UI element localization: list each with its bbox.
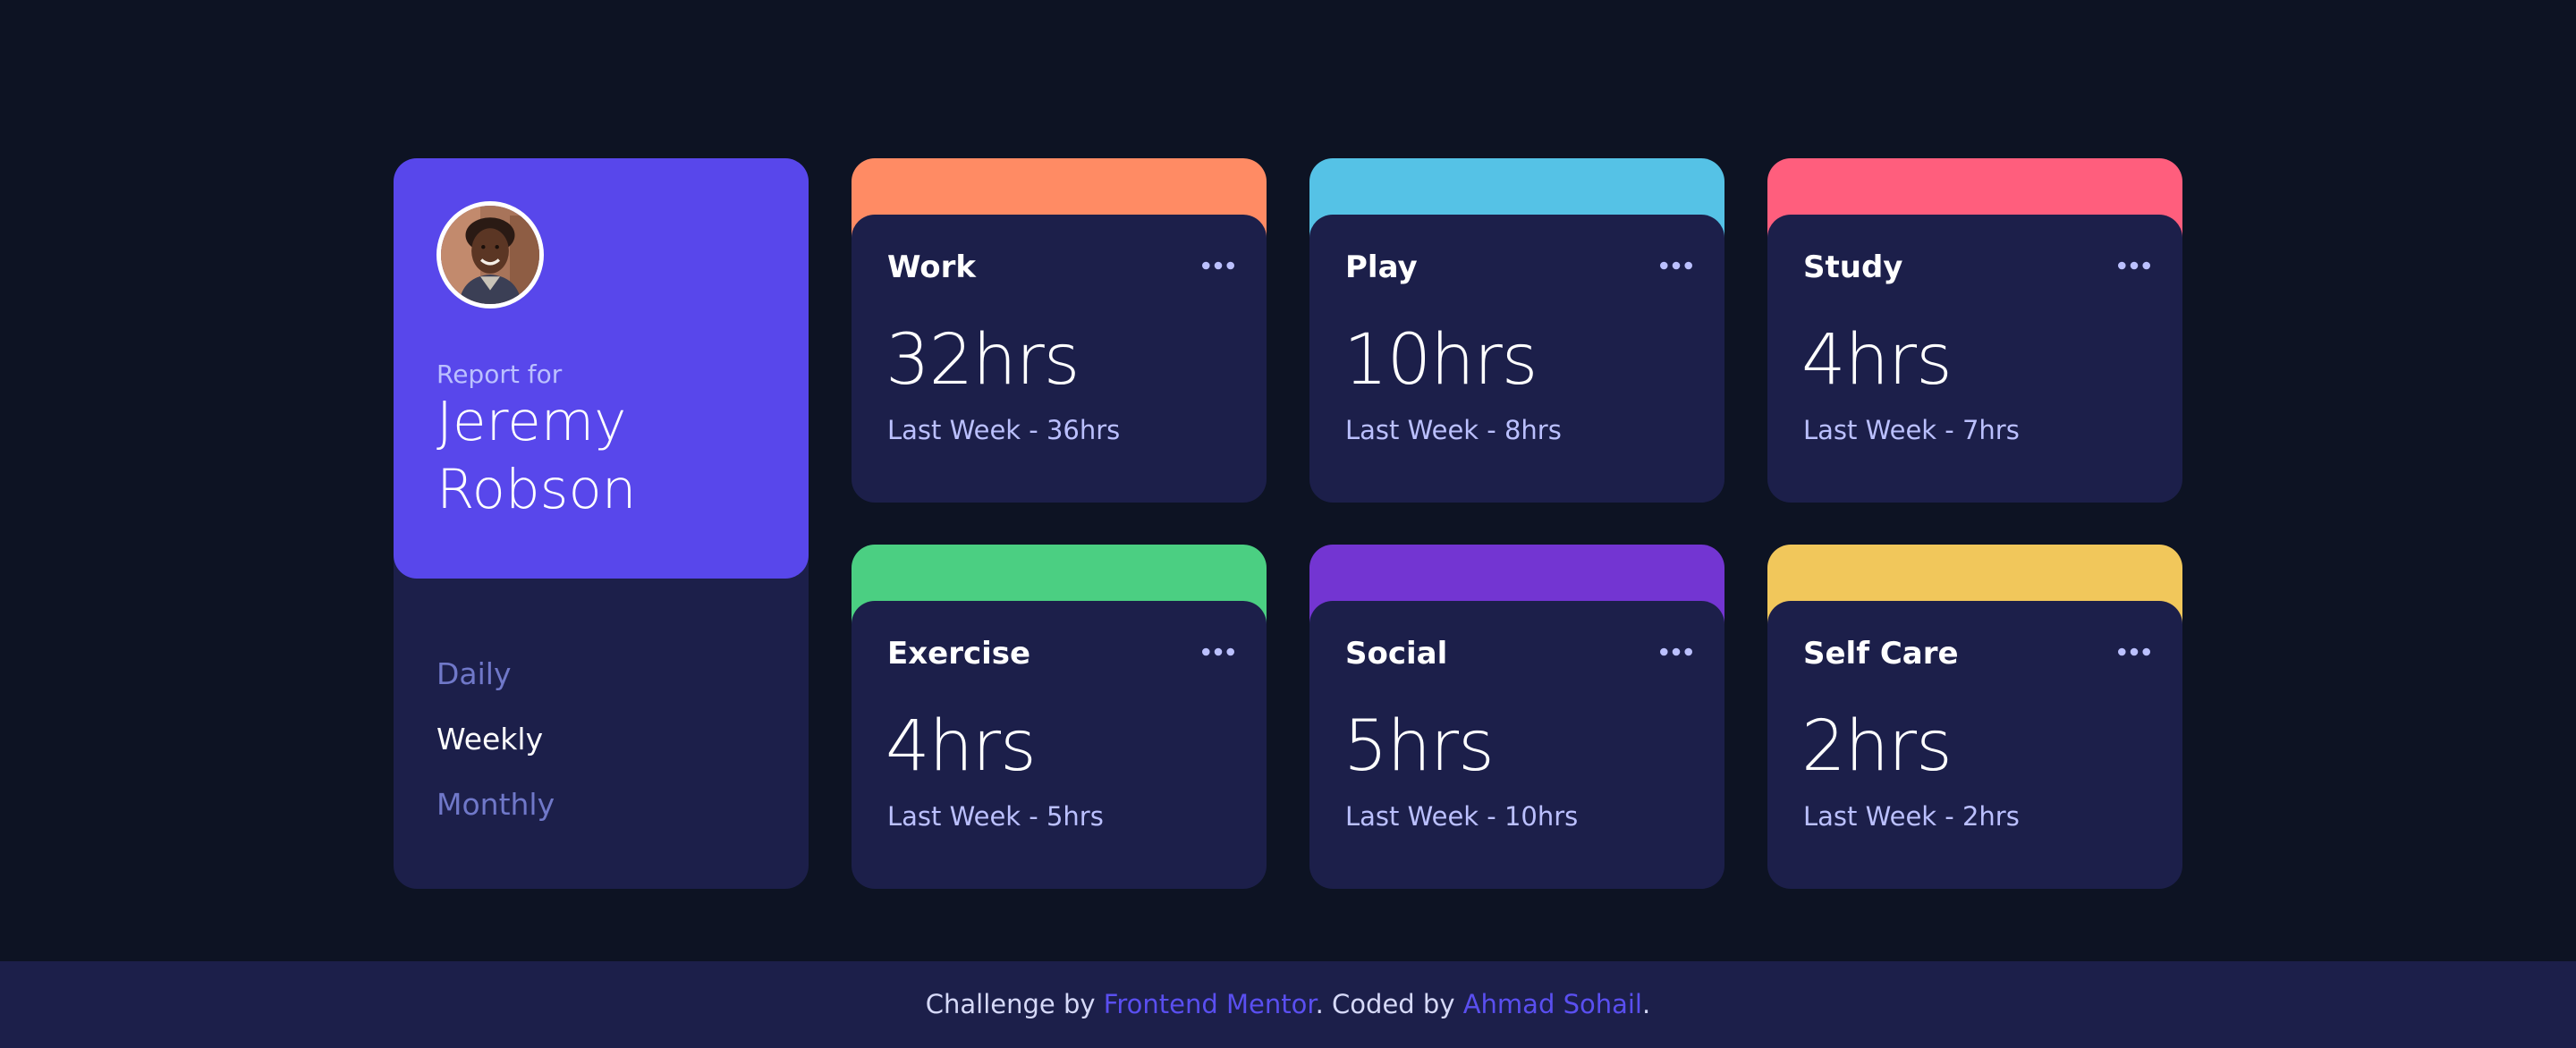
card-body: Study 4hrs Last Week - 7hrs <box>1767 215 2182 503</box>
timeframe-monthly[interactable]: Monthly <box>436 772 555 837</box>
timeframe-daily[interactable]: Daily <box>436 641 555 706</box>
current-hours: 5hrs <box>1343 706 1495 787</box>
timeframe-nav: Daily Weekly Monthly <box>436 641 555 837</box>
user-name: Jeremy Robson <box>436 390 637 521</box>
current-hours: 4hrs <box>1801 320 1953 401</box>
current-hours: 32hrs <box>886 320 1080 401</box>
report-for-label: Report for <box>436 359 563 389</box>
card-body: Work 32hrs Last Week - 36hrs <box>852 215 1267 503</box>
author-link[interactable]: Ahmad Sohail <box>1463 989 1642 1019</box>
footer-prefix: Challenge by <box>925 989 1104 1019</box>
previous-hours: Last Week - 8hrs <box>1345 415 1562 445</box>
previous-hours: Last Week - 7hrs <box>1803 415 2020 445</box>
frontend-mentor-link[interactable]: Frontend Mentor <box>1104 989 1316 1019</box>
card-body: Exercise 4hrs Last Week - 5hrs <box>852 601 1267 889</box>
activity-title: Play <box>1345 249 1418 285</box>
activity-card-work: Work 32hrs Last Week - 36hrs <box>852 158 1267 503</box>
current-hours: 10hrs <box>1343 320 1538 401</box>
footer-suffix: . <box>1641 989 1651 1019</box>
previous-hours: Last Week - 36hrs <box>887 415 1121 445</box>
current-hours: 2hrs <box>1801 706 1953 787</box>
more-options-icon[interactable] <box>2118 647 2150 660</box>
activity-title: Exercise <box>887 636 1031 672</box>
attribution-footer: Challenge by Frontend Mentor. Coded by A… <box>0 961 2576 1048</box>
activity-card-social: Social 5hrs Last Week - 10hrs <box>1309 545 1724 889</box>
user-avatar-icon <box>441 206 539 304</box>
activity-card-exercise: Exercise 4hrs Last Week - 5hrs <box>852 545 1267 889</box>
activity-card-play: Play 10hrs Last Week - 8hrs <box>1309 158 1724 503</box>
more-options-icon[interactable] <box>1202 261 1234 274</box>
more-options-icon[interactable] <box>1660 647 1692 660</box>
more-options-icon[interactable] <box>2118 261 2150 274</box>
current-hours: 4hrs <box>886 706 1037 787</box>
footer-middle: . Coded by <box>1315 989 1463 1019</box>
activity-card-self-care: Self Care 2hrs Last Week - 2hrs <box>1767 545 2182 889</box>
activity-title: Social <box>1345 636 1448 672</box>
activity-title: Study <box>1803 249 1903 285</box>
card-body: Play 10hrs Last Week - 8hrs <box>1309 215 1724 503</box>
more-options-icon[interactable] <box>1660 261 1692 274</box>
avatar <box>436 201 544 308</box>
profile-column: Report for Jeremy Robson Daily Weekly Mo… <box>394 158 809 889</box>
activity-card-study: Study 4hrs Last Week - 7hrs <box>1767 158 2182 503</box>
time-tracking-dashboard: Report for Jeremy Robson Daily Weekly Mo… <box>394 158 2182 889</box>
previous-hours: Last Week - 10hrs <box>1345 801 1579 832</box>
more-options-icon[interactable] <box>1202 647 1234 660</box>
activity-title: Self Care <box>1803 636 1959 672</box>
previous-hours: Last Week - 5hrs <box>887 801 1104 832</box>
card-body: Social 5hrs Last Week - 10hrs <box>1309 601 1724 889</box>
previous-hours: Last Week - 2hrs <box>1803 801 2020 832</box>
card-body: Self Care 2hrs Last Week - 2hrs <box>1767 601 2182 889</box>
timeframe-weekly[interactable]: Weekly <box>436 706 555 772</box>
activity-title: Work <box>887 249 977 285</box>
profile-card: Report for Jeremy Robson <box>394 158 809 579</box>
